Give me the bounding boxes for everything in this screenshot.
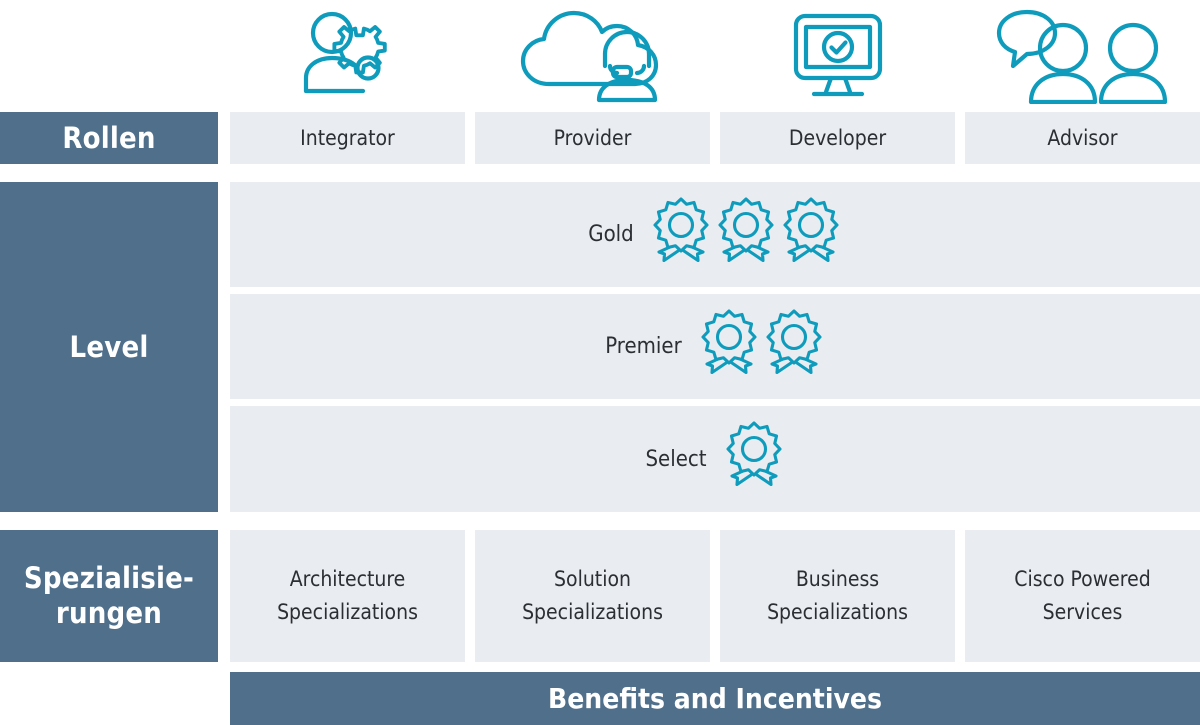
specialization-line1: Cisco Powered — [1014, 567, 1151, 592]
role-header-provider[interactable]: Provider — [475, 112, 710, 164]
specialization-line2: Specializations — [277, 600, 418, 624]
rosette-award-icon — [718, 196, 774, 262]
level-name-select: Select — [645, 446, 707, 472]
badge-group-premier — [698, 306, 825, 388]
cloud-headset-agent-icon — [520, 10, 658, 103]
benefits-and-incentives-bar[interactable]: Benefits and Incentives — [230, 672, 1200, 725]
rosette-award-icon — [783, 196, 839, 262]
row-label-level: Level — [0, 182, 218, 512]
role-icon-integrator — [230, 0, 465, 108]
role-header-integrator[interactable]: Integrator — [230, 112, 465, 164]
partner-program-matrix: Rollen Integrator Provider Developer Adv… — [0, 0, 1200, 725]
monitor-check-icon — [793, 13, 882, 97]
specialization-cell-architecture[interactable]: Architecture Specializations — [230, 530, 465, 662]
level-row-select[interactable]: Select — [230, 406, 1200, 512]
level-row-gold[interactable]: Gold — [230, 182, 1200, 287]
specialization-cell-cisco-powered[interactable]: Cisco Powered Services — [965, 530, 1200, 662]
role-icon-advisor — [965, 0, 1200, 108]
specialization-cell-business[interactable]: Business Specializations — [720, 530, 955, 662]
specialization-cell-solution[interactable]: Solution Specializations — [475, 530, 710, 662]
two-people-speech-bubble-icon — [996, 9, 1167, 104]
row-label-spezialisierungen: Spezialisie- rungen — [0, 530, 218, 662]
level-name-gold: Gold — [588, 222, 634, 247]
level-name-premier: Premier — [605, 334, 682, 359]
row-label-rollen: Rollen — [0, 112, 218, 164]
rosette-award-icon — [766, 308, 822, 374]
specialization-line1: Business — [795, 567, 880, 592]
row-label-spez-line2: rungen — [55, 596, 163, 630]
badge-group-select — [723, 418, 785, 500]
specialization-line2: Services — [1042, 600, 1123, 624]
row-label-spez-line1: Spezialisie- — [23, 560, 195, 595]
role-icon-provider — [475, 0, 710, 108]
rosette-award-icon — [653, 196, 709, 262]
badge-group-gold — [650, 194, 842, 276]
rosette-award-icon — [725, 421, 782, 487]
role-icon-developer — [720, 0, 955, 108]
role-header-developer[interactable]: Developer — [720, 112, 955, 164]
role-header-advisor[interactable]: Advisor — [965, 112, 1200, 164]
level-row-premier[interactable]: Premier — [230, 294, 1200, 399]
rosette-award-icon — [701, 308, 757, 374]
person-gear-icon — [303, 11, 387, 94]
specialization-line1: Architecture — [289, 567, 406, 592]
specialization-line2: Specializations — [522, 600, 663, 624]
specialization-line1: Solution — [554, 567, 631, 592]
specialization-line2: Specializations — [767, 600, 908, 624]
